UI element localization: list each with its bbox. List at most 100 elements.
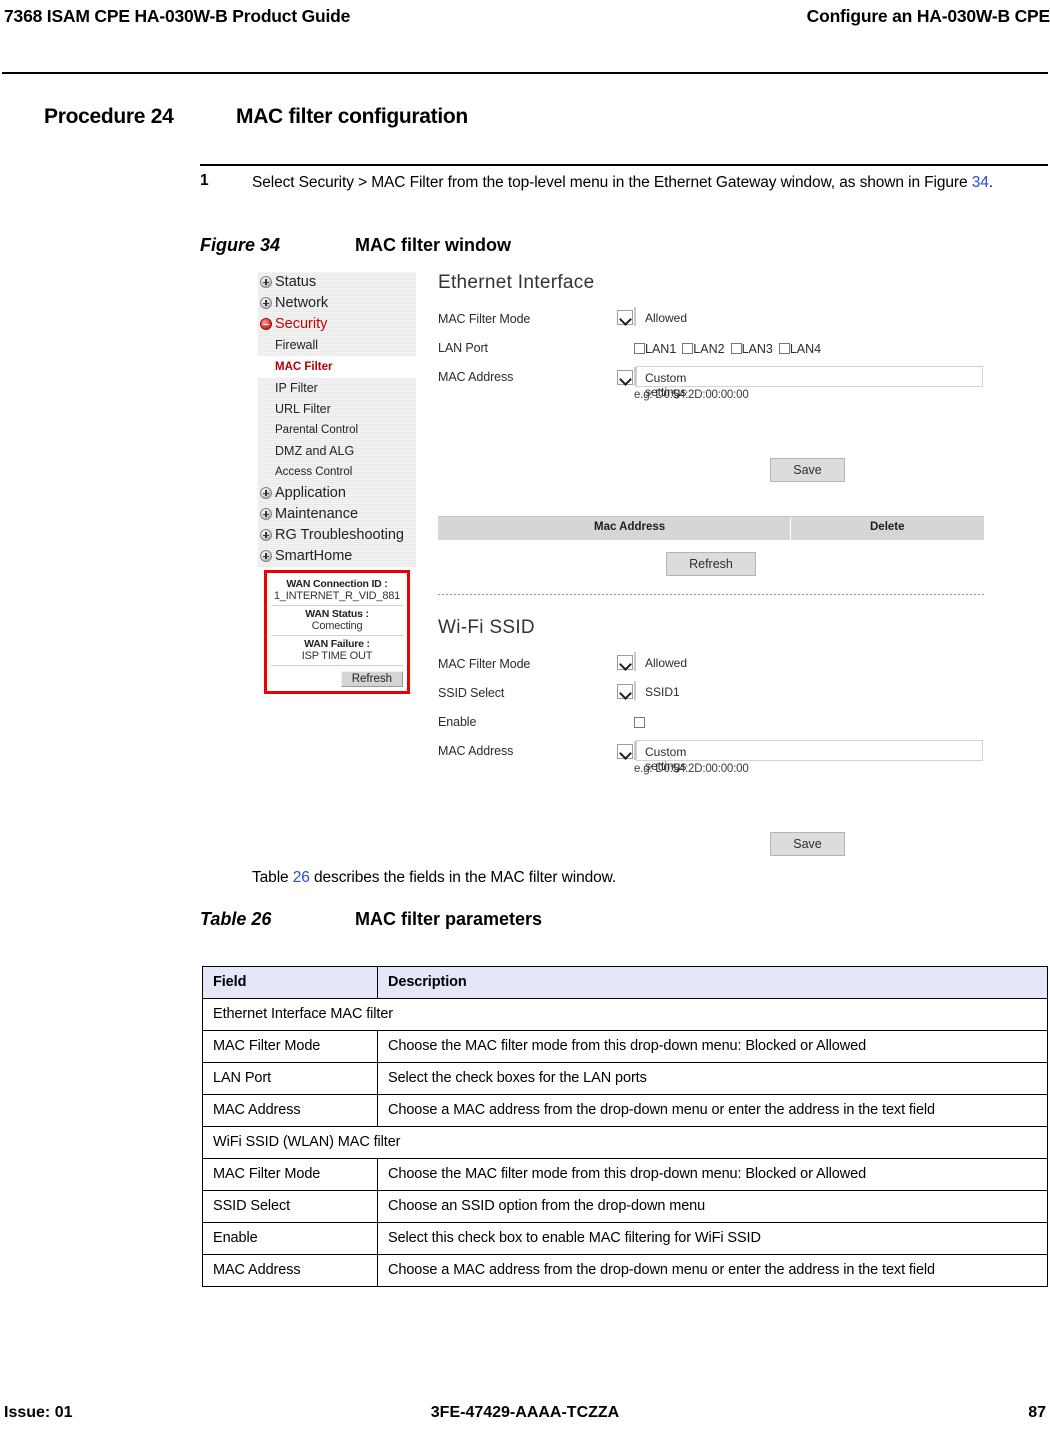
eth-mac-address-label: MAC Address bbox=[438, 370, 514, 384]
sidebar-item-url-filter[interactable]: URL Filter bbox=[258, 399, 416, 420]
sidebar-item-security[interactable]: Security bbox=[258, 314, 416, 335]
eth-mac-filter-mode-control[interactable]: Allowed bbox=[617, 307, 687, 326]
figure-label: Figure 34 bbox=[200, 235, 281, 255]
nav-group-upper: Status Network Security Firewall bbox=[258, 272, 416, 356]
wan-status-section: WAN Status : Comecting bbox=[271, 606, 403, 636]
sidebar-item-smarthome[interactable]: SmartHome bbox=[258, 546, 416, 567]
sidebar-item-maintenance[interactable]: Maintenance bbox=[258, 504, 416, 525]
sidebar-item-network[interactable]: Network bbox=[258, 293, 416, 314]
mac-table-col-address: Mac Address bbox=[594, 521, 666, 533]
procedure-step-1: 1 Select Security > MAC Filter from the … bbox=[200, 172, 1048, 194]
chevron-down-icon[interactable] bbox=[617, 744, 633, 759]
sidebar-item-label: Firewall bbox=[275, 338, 319, 352]
eth-mac-filter-mode-label: MAC Filter Mode bbox=[438, 312, 531, 326]
eth-save-button[interactable]: Save bbox=[770, 458, 845, 482]
sidebar-item-access-control[interactable]: Access Control bbox=[258, 462, 416, 483]
eth-mac-address-control[interactable]: Custom settings e.g: D0:54:2D:00:00:00 bbox=[617, 366, 983, 401]
figure-cross-reference[interactable]: 34 bbox=[972, 174, 989, 191]
table-title: MAC filter parameters bbox=[355, 909, 543, 929]
lan4-checkbox[interactable] bbox=[778, 343, 790, 354]
table-cell-field: SSID Select bbox=[202, 1190, 378, 1223]
step-text-before: Select Security > MAC Filter from the to… bbox=[252, 174, 972, 191]
wan-refresh-button[interactable]: Refresh bbox=[340, 671, 403, 687]
minus-icon[interactable] bbox=[260, 318, 272, 330]
sidebar-item-status[interactable]: Status bbox=[258, 272, 416, 293]
sidebar-item-label: Parental Control bbox=[275, 424, 359, 436]
sidebar-item-parental-control[interactable]: Parental Control bbox=[258, 420, 416, 441]
table-cell-field: MAC Address bbox=[202, 1254, 378, 1287]
figure-caption: Figure 34 MAC filter window bbox=[200, 235, 511, 256]
table-cell-field: LAN Port bbox=[202, 1062, 378, 1095]
eth-mac-address-select[interactable]: Custom settings bbox=[617, 367, 686, 399]
table-row: MAC Filter Mode Choose the MAC filter mo… bbox=[202, 1158, 1048, 1191]
wifi-mac-address-row: MAC Address Custom settings e.g: D0:54:2… bbox=[438, 740, 988, 792]
table-cross-reference[interactable]: 26 bbox=[293, 869, 310, 886]
step-divider-rule bbox=[200, 164, 1048, 166]
sidebar-item-label: URL Filter bbox=[275, 402, 331, 416]
sidebar-item-label: MAC Filter bbox=[275, 361, 333, 373]
lan3-label: LAN3 bbox=[741, 342, 773, 356]
table-row: SSID Select Choose an SSID option from t… bbox=[202, 1190, 1048, 1223]
sidebar-item-label: Status bbox=[275, 274, 317, 290]
table-row: Enable Select this check box to enable M… bbox=[202, 1222, 1048, 1255]
chevron-down-icon[interactable] bbox=[617, 370, 633, 385]
wifi-mac-address-value: Custom settings bbox=[645, 745, 687, 773]
table-cell-field: Enable bbox=[202, 1222, 378, 1255]
table-row: MAC Filter Mode Choose the MAC filter mo… bbox=[202, 1030, 1048, 1063]
eth-mac-address-input[interactable] bbox=[636, 366, 983, 387]
lan3-checkbox[interactable] bbox=[730, 343, 742, 354]
table-header-field: Field bbox=[202, 966, 378, 999]
sidebar-item-rg-troubleshooting[interactable]: RG Troubleshooting bbox=[258, 525, 416, 546]
router-content-panel: Ethernet Interface MAC Filter Mode Allow… bbox=[438, 272, 988, 856]
table-lead-after: describes the fields in the MAC filter w… bbox=[309, 869, 617, 886]
mac-filter-parameters-table: Field Description Ethernet Interface MAC… bbox=[202, 966, 1048, 1287]
sidebar-item-firewall[interactable]: Firewall bbox=[258, 335, 416, 356]
sidebar-item-ip-filter[interactable]: IP Filter bbox=[258, 378, 416, 399]
chevron-down-icon[interactable] bbox=[617, 655, 633, 670]
table-cell-description: Select this check box to enable MAC filt… bbox=[377, 1222, 1048, 1255]
wifi-save-button[interactable]: Save bbox=[770, 832, 845, 856]
plus-icon[interactable] bbox=[260, 529, 272, 541]
eth-lan-port-checkbox-group[interactable]: LAN1 LAN2 LAN3 LAN4 bbox=[634, 340, 827, 358]
chevron-down-icon[interactable] bbox=[617, 310, 633, 325]
wan-failure-label: WAN Failure : bbox=[304, 638, 370, 650]
plus-icon[interactable] bbox=[260, 297, 272, 309]
sidebar-item-application[interactable]: Application bbox=[258, 483, 416, 504]
wifi-mac-address-input[interactable] bbox=[636, 740, 983, 761]
table-caption: Table 26 MAC filter parameters bbox=[200, 909, 542, 930]
table-header-description: Description bbox=[377, 966, 1048, 999]
wifi-enable-checkbox[interactable] bbox=[634, 717, 645, 728]
sidebar-item-dmz-and-alg[interactable]: DMZ and ALG bbox=[258, 441, 416, 462]
plus-icon[interactable] bbox=[260, 508, 272, 520]
wan-connection-id-section: WAN Connection ID : 1_INTERNET_R_VID_881 bbox=[271, 576, 403, 606]
nav-group-lower: IP Filter URL Filter Parental Control DM… bbox=[258, 378, 416, 567]
header-left-title: 7368 ISAM CPE HA-030W-B Product Guide bbox=[4, 6, 351, 26]
eth-mac-filter-mode-select[interactable]: Allowed bbox=[617, 307, 687, 326]
sidebar-item-mac-filter[interactable]: MAC Filter bbox=[258, 356, 416, 378]
procedure-title: MAC filter configuration bbox=[236, 105, 468, 128]
plus-icon[interactable] bbox=[260, 550, 272, 562]
table-label: Table 26 bbox=[200, 909, 272, 929]
table-cell-field: MAC Filter Mode bbox=[202, 1158, 378, 1191]
mac-table-refresh-button[interactable]: Refresh bbox=[666, 552, 756, 576]
plus-icon[interactable] bbox=[260, 276, 272, 288]
plus-icon[interactable] bbox=[260, 487, 272, 499]
table-cell-field: MAC Filter Mode bbox=[202, 1030, 378, 1063]
router-sidebar-nav[interactable]: Status Network Security Firewall MAC Fil… bbox=[258, 272, 416, 694]
table-row: Ethernet Interface MAC filter bbox=[202, 998, 1048, 1031]
lan2-checkbox[interactable] bbox=[682, 343, 694, 354]
table-row: LAN Port Select the check boxes for the … bbox=[202, 1062, 1048, 1095]
wifi-mac-filter-mode-control[interactable]: Allowed bbox=[617, 652, 687, 671]
page-footer: Issue: 01 3FE-47429-AAAA-TCZZA 87 bbox=[0, 1404, 1050, 1428]
wifi-ssid-select[interactable]: SSID1 bbox=[617, 681, 680, 700]
wifi-mac-address-control[interactable]: Custom settings e.g: D0:54:2D:00:00:00 bbox=[617, 740, 983, 775]
wifi-mac-filter-mode-select[interactable]: Allowed bbox=[617, 652, 687, 671]
wifi-ssid-select-control[interactable]: SSID1 bbox=[617, 681, 680, 700]
table-row: WiFi SSID (WLAN) MAC filter bbox=[202, 1126, 1048, 1159]
chevron-down-icon[interactable] bbox=[617, 684, 633, 699]
wifi-ssid-select-value: SSID1 bbox=[645, 685, 680, 699]
lan1-checkbox[interactable] bbox=[634, 343, 645, 354]
wifi-mac-address-select[interactable]: Custom settings bbox=[617, 741, 686, 773]
table-row: MAC Address Choose a MAC address from th… bbox=[202, 1254, 1048, 1287]
wifi-enable-control[interactable] bbox=[634, 714, 645, 732]
